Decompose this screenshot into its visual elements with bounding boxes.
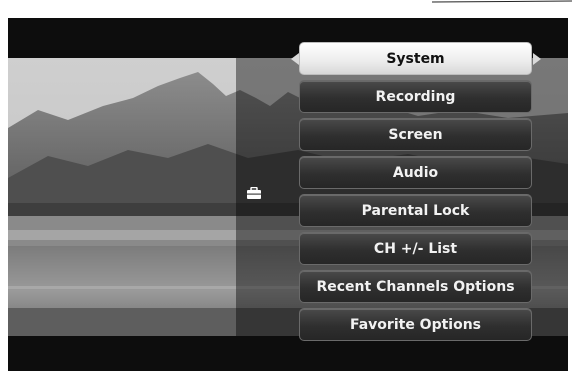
menu-item-label: Audio — [392, 164, 439, 181]
menu-item-parental-lock[interactable]: Parental Lock — [299, 194, 532, 227]
menu-item-label: Parental Lock — [361, 202, 470, 219]
top-edge-mark — [432, 0, 572, 3]
menu-item-label: Recent Channels Options — [316, 278, 515, 295]
menu-item-label: Recording — [375, 88, 456, 105]
arrow-left-icon[interactable] — [291, 53, 299, 65]
menu-item-recent-channels-options[interactable]: Recent Channels Options — [299, 270, 532, 303]
menu-item-screen[interactable]: Screen — [299, 118, 532, 151]
menu-item-recording[interactable]: Recording — [299, 80, 532, 113]
menu-item-label: CH +/- List — [373, 240, 458, 257]
menu-item-label: Screen — [388, 126, 443, 143]
menu-item-ch-list[interactable]: CH +/- List — [299, 232, 532, 265]
menu-item-favorite-options[interactable]: Favorite Options — [299, 308, 532, 341]
arrow-right-icon[interactable] — [533, 53, 541, 65]
toolbox-icon — [247, 187, 261, 199]
tv-screen: System Recording Screen Audio Parental L… — [8, 18, 568, 371]
menu-item-audio[interactable]: Audio — [299, 156, 532, 189]
menu-item-label: System — [386, 50, 445, 67]
bottom-letterbox — [8, 336, 568, 371]
menu-item-label: Favorite Options — [349, 316, 482, 333]
menu-item-system[interactable]: System — [299, 42, 532, 75]
